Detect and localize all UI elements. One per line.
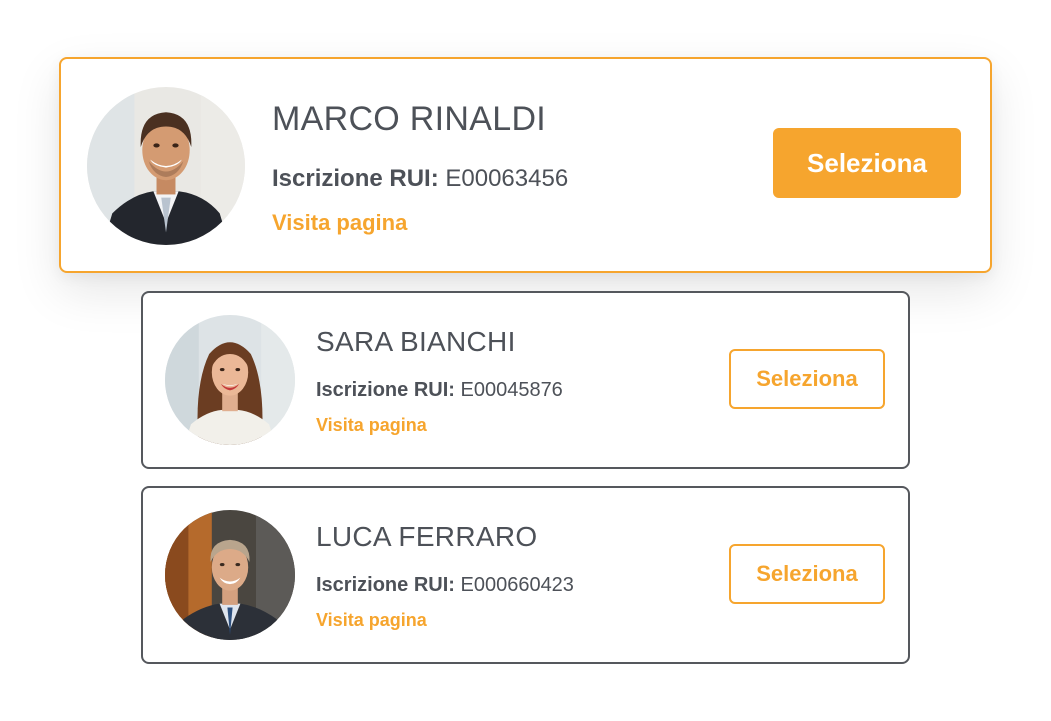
agent-card-luca-ferraro: LUCA FERRARO Iscrizione RUI: E000660423 … bbox=[141, 486, 910, 664]
agent-card-sara-bianchi: SARA BIANCHI Iscrizione RUI: E00045876 V… bbox=[141, 291, 910, 469]
visit-page-link[interactable]: Visita pagina bbox=[316, 610, 427, 631]
avatar bbox=[165, 510, 295, 640]
select-button[interactable]: Seleziona bbox=[729, 544, 885, 604]
rui-value: E00063456 bbox=[445, 165, 569, 192]
avatar bbox=[165, 315, 295, 445]
agent-name: MARCO RINALDI bbox=[272, 100, 547, 138]
select-button[interactable]: Seleziona bbox=[773, 128, 961, 198]
rui-value: E000660423 bbox=[460, 574, 574, 596]
visit-page-link[interactable]: Visita pagina bbox=[272, 210, 407, 236]
agent-info: SARA BIANCHI Iscrizione RUI: E00045876 V… bbox=[316, 325, 563, 436]
agent-name: LUCA FERRARO bbox=[316, 521, 538, 552]
agent-info: MARCO RINALDI Iscrizione RUI: E00063456 … bbox=[272, 99, 568, 236]
agent-info: LUCA FERRARO Iscrizione RUI: E000660423 … bbox=[316, 520, 574, 631]
rui-registration: Iscrizione RUI: E00045876 bbox=[316, 379, 563, 402]
rui-registration: Iscrizione RUI: E000660423 bbox=[316, 574, 574, 597]
visit-page-link[interactable]: Visita pagina bbox=[316, 415, 427, 436]
rui-label: Iscrizione RUI: bbox=[316, 379, 455, 401]
avatar bbox=[87, 87, 245, 245]
agent-name: SARA BIANCHI bbox=[316, 326, 516, 357]
rui-label: Iscrizione RUI: bbox=[272, 165, 439, 192]
rui-registration: Iscrizione RUI: E00063456 bbox=[272, 165, 568, 193]
rui-value: E00045876 bbox=[460, 379, 563, 401]
select-button[interactable]: Seleziona bbox=[729, 349, 885, 409]
agent-card-marco-rinaldi: MARCO RINALDI Iscrizione RUI: E00063456 … bbox=[59, 57, 992, 273]
rui-label: Iscrizione RUI: bbox=[316, 574, 455, 596]
